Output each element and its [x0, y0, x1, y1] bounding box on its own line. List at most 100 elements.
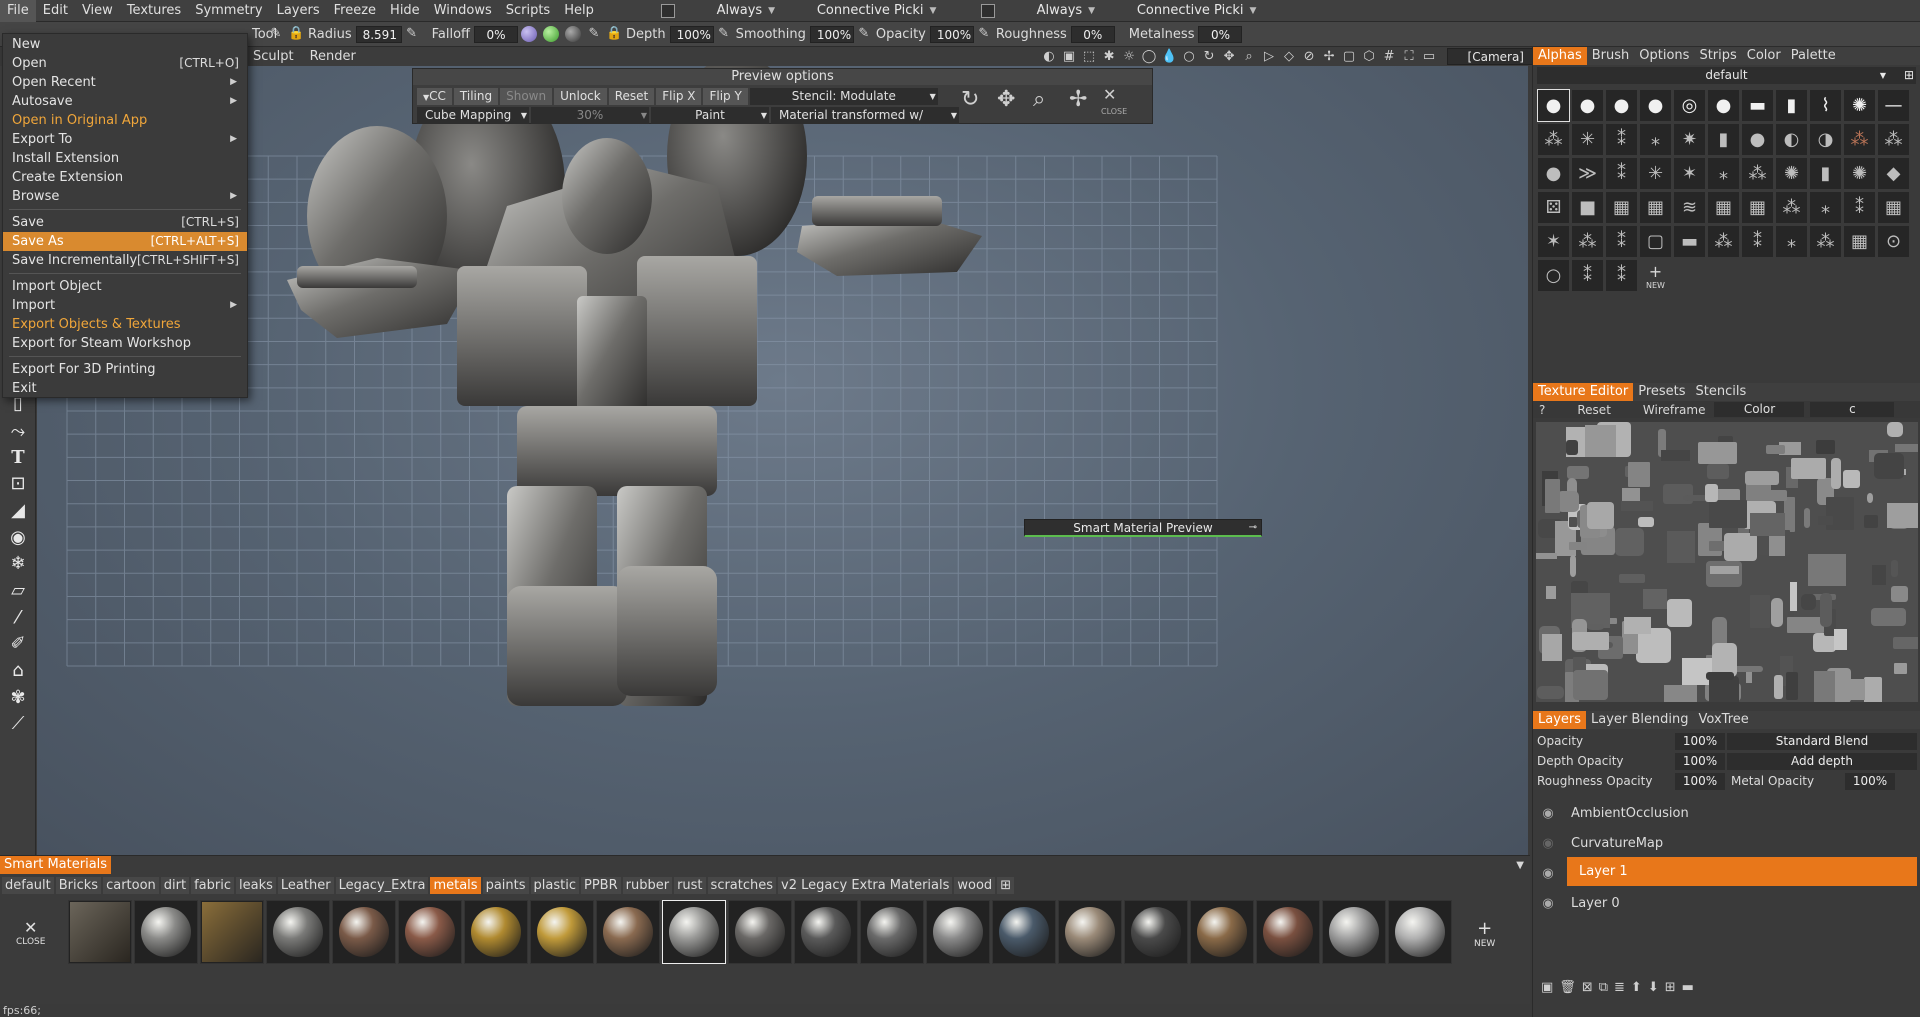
- move-icon[interactable]: ✥: [997, 87, 1015, 112]
- menu-windows[interactable]: Windows: [427, 0, 499, 22]
- alpha-thumb[interactable]: ⁑: [1571, 259, 1604, 292]
- menu-layers[interactable]: Layers: [270, 0, 327, 22]
- move-up-icon[interactable]: ⬆: [1631, 980, 1642, 995]
- alpha-thumb[interactable]: ⁂: [1877, 123, 1910, 156]
- rotate-icon[interactable]: ↻: [1201, 49, 1218, 64]
- menu-help[interactable]: Help: [557, 0, 601, 22]
- category-paints[interactable]: paints: [482, 877, 529, 894]
- alpha-thumb[interactable]: ▢: [1639, 225, 1672, 258]
- play-icon[interactable]: ▷: [1261, 49, 1278, 64]
- sculpt-room-tab[interactable]: Sculpt: [245, 49, 302, 64]
- smart-material-thumb[interactable]: [398, 900, 462, 964]
- frame2-icon[interactable]: ▭: [1421, 49, 1438, 64]
- paint-select[interactable]: Paint ▼: [651, 107, 769, 124]
- smart-material-thumb[interactable]: [1058, 900, 1122, 964]
- smart-material-thumb[interactable]: [662, 900, 726, 964]
- percent-field[interactable]: 30% ▼: [531, 107, 649, 124]
- menu-freeze[interactable]: Freeze: [327, 0, 383, 22]
- cube-icon[interactable]: ⬚: [1081, 49, 1098, 64]
- tex-help-button[interactable]: ?: [1533, 403, 1551, 417]
- layer-row[interactable]: ◉ AmbientOcclusion: [1533, 799, 1920, 827]
- category-fabric[interactable]: fabric: [191, 877, 234, 894]
- tab-stencils[interactable]: Stencils: [1691, 383, 1752, 401]
- alpha-thumb[interactable]: ✳: [1571, 123, 1604, 156]
- menu-create-extension[interactable]: Create Extension: [3, 168, 247, 187]
- tab-options[interactable]: Options: [1634, 47, 1694, 65]
- stencil-mode-select[interactable]: Stencil: Modulate ▼: [749, 88, 938, 105]
- pick-checkbox-2[interactable]: [980, 3, 995, 18]
- smart-materials-tab[interactable]: Smart Materials: [0, 856, 112, 874]
- category-wood[interactable]: wood: [954, 877, 996, 894]
- menu-import-object[interactable]: Import Object: [3, 277, 247, 296]
- alpha-thumb[interactable]: ●: [1537, 89, 1570, 122]
- smart-material-thumb[interactable]: [530, 900, 594, 964]
- move-icon[interactable]: ✥: [1221, 49, 1238, 64]
- layer-opacity-field[interactable]: 100%: [1675, 732, 1725, 750]
- transform-icon[interactable]: ⊡: [6, 472, 30, 496]
- smart-new-button[interactable]: + NEW: [1474, 918, 1495, 949]
- pen-tool-icon[interactable]: ✐: [6, 632, 30, 656]
- alpha-thumb[interactable]: ≋: [1673, 191, 1706, 224]
- alpha-thumb[interactable]: ⁑: [1605, 123, 1638, 156]
- category-ppbr[interactable]: PPBR: [581, 877, 621, 894]
- flip-y-button[interactable]: Flip Y: [703, 88, 748, 105]
- light-icon[interactable]: ✱: [1101, 49, 1118, 64]
- layer-row-active[interactable]: Layer 1: [1567, 857, 1917, 886]
- lock-icon[interactable]: 🔒: [288, 26, 304, 42]
- stack-icon[interactable]: ≣: [1614, 980, 1625, 995]
- menu-open-recent[interactable]: Open Recent ▶: [3, 73, 247, 92]
- smart-material-thumb[interactable]: [1322, 900, 1386, 964]
- smart-close-button[interactable]: ✕ CLOSE: [16, 918, 45, 947]
- tab-layers[interactable]: Layers: [1533, 711, 1587, 729]
- alpha-thumb[interactable]: ▦: [1877, 191, 1910, 224]
- 3d-viewport[interactable]: [37, 66, 1528, 855]
- square-icon[interactable]: ▢: [1341, 49, 1358, 64]
- alpha-thumb[interactable]: ⁂: [1843, 123, 1876, 156]
- category-cartoon[interactable]: cartoon: [103, 877, 159, 894]
- alpha-thumb[interactable]: ▦: [1707, 191, 1740, 224]
- butterfly-icon[interactable]: ✾: [6, 686, 30, 710]
- alpha-thumb[interactable]: ▮: [1775, 89, 1808, 122]
- alpha-thumb[interactable]: ⁎: [1809, 191, 1842, 224]
- tex-color-select[interactable]: Color: [1714, 402, 1805, 417]
- alpha-thumb[interactable]: ▦: [1605, 191, 1638, 224]
- eye-icon[interactable]: ◉: [1533, 866, 1563, 881]
- alpha-thumb[interactable]: ⊙: [1877, 225, 1910, 258]
- depth-mode-select[interactable]: Add depth: [1727, 752, 1917, 770]
- eye-icon[interactable]: ◉: [1533, 836, 1563, 851]
- menu-hide[interactable]: Hide: [383, 0, 427, 22]
- merge-layer-icon[interactable]: ⊠: [1582, 980, 1593, 995]
- pen-icon[interactable]: ✎: [716, 26, 732, 42]
- eye-icon[interactable]: ◉: [1533, 806, 1563, 821]
- alpha-thumb[interactable]: ⁑: [1741, 225, 1774, 258]
- category-rust[interactable]: rust: [674, 877, 706, 894]
- tex-wireframe-button[interactable]: Wireframe: [1637, 403, 1712, 417]
- alpha-thumb[interactable]: ⁑: [1605, 259, 1638, 292]
- alpha-thumb[interactable]: ⌇: [1809, 89, 1842, 122]
- alpha-thumb[interactable]: ▮: [1809, 157, 1842, 190]
- alpha-thumb[interactable]: ▦: [1639, 191, 1672, 224]
- alpha-thumb[interactable]: ⁑: [1605, 225, 1638, 258]
- frame-icon[interactable]: ⛶: [1401, 49, 1418, 64]
- smart-material-thumb[interactable]: [926, 900, 990, 964]
- new-alpha-button[interactable]: + NEW: [1639, 259, 1672, 292]
- category-leather[interactable]: Leather: [277, 877, 334, 894]
- tex-reset-button[interactable]: Reset: [1571, 403, 1617, 417]
- tab-brush[interactable]: Brush: [1587, 47, 1635, 65]
- depth-field[interactable]: 100%: [669, 25, 714, 43]
- tab-palette[interactable]: Palette: [1786, 47, 1841, 65]
- render-room-tab[interactable]: Render: [302, 49, 364, 64]
- alpha-thumb[interactable]: ▬: [1673, 225, 1706, 258]
- smart-material-thumb[interactable]: [1124, 900, 1188, 964]
- tab-texture-editor[interactable]: Texture Editor: [1533, 383, 1634, 401]
- alpha-thumb[interactable]: ✷: [1673, 123, 1706, 156]
- blend-mode-select[interactable]: Standard Blend: [1727, 732, 1917, 750]
- alpha-thumb[interactable]: ✳: [1639, 157, 1672, 190]
- category-v2-legacy-extra-materials[interactable]: v2 Legacy Extra Materials: [778, 877, 953, 894]
- menu-browse[interactable]: Browse ▶: [3, 187, 247, 206]
- alpha-thumb[interactable]: ■: [1571, 191, 1604, 224]
- alpha-thumb[interactable]: ⁑: [1843, 191, 1876, 224]
- ring-icon[interactable]: ○: [1181, 49, 1198, 64]
- connective-dropdown-2[interactable]: Connective Picki ▼: [1131, 2, 1291, 20]
- alpha-thumb[interactable]: ▦: [1843, 225, 1876, 258]
